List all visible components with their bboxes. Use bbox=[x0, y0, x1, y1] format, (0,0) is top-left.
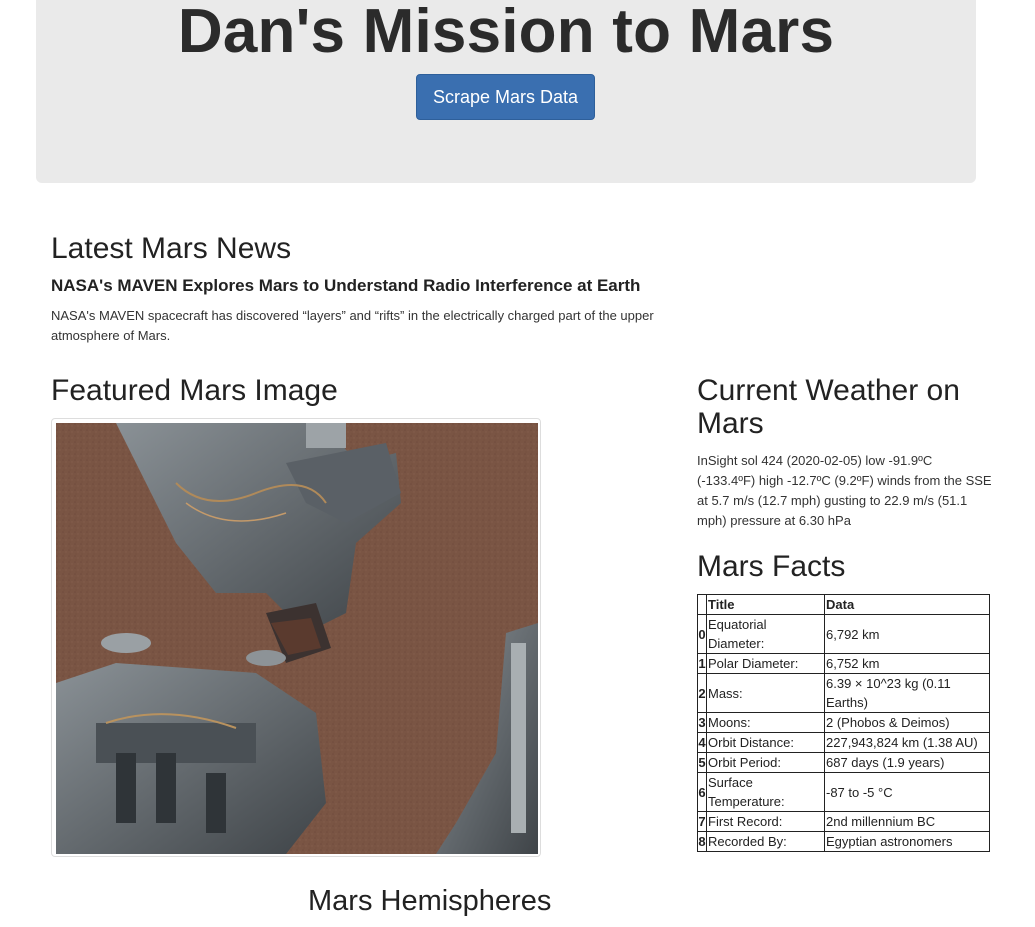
fact-value: 687 days (1.9 years) bbox=[824, 752, 990, 773]
news-title: NASA's MAVEN Explores Mars to Understand… bbox=[51, 276, 641, 295]
column-header: Data bbox=[824, 594, 990, 615]
table-row: 8 Recorded By: Egyptian astronomers bbox=[697, 831, 990, 852]
row-index: 8 bbox=[697, 831, 707, 852]
header-jumbotron: Dan's Mission to Mars Scrape Mars Data bbox=[36, 0, 976, 183]
row-index: 5 bbox=[697, 752, 707, 773]
row-index: 2 bbox=[697, 673, 707, 713]
hemispheres-heading: Mars Hemispheres bbox=[308, 885, 552, 917]
scrape-mars-data-button[interactable]: Scrape Mars Data bbox=[416, 74, 595, 120]
row-index: 4 bbox=[697, 732, 707, 753]
fact-title: Equatorial Diameter: bbox=[706, 614, 825, 654]
latest-news-heading: Latest Mars News bbox=[51, 232, 292, 265]
news-teaser: NASA's MAVEN spacecraft has discovered “… bbox=[51, 308, 654, 343]
fact-value: 2nd millennium BC bbox=[824, 811, 990, 832]
table-row: 1 Polar Diameter: 6,752 km bbox=[697, 653, 990, 674]
facts-heading: Mars Facts bbox=[697, 550, 846, 583]
table-row: 6 Surface Temperature: -87 to -5 °C bbox=[697, 772, 990, 812]
featured-image-heading: Featured Mars Image bbox=[51, 374, 338, 407]
table-row: 4 Orbit Distance: 227,943,824 km (1.38 AU) bbox=[697, 732, 990, 753]
fact-title: Mass: bbox=[706, 673, 825, 713]
fact-title: Surface Temperature: bbox=[706, 772, 825, 812]
column-header: Title bbox=[706, 594, 825, 615]
fact-title: Orbit Period: bbox=[706, 752, 825, 773]
fact-title: Polar Diameter: bbox=[706, 653, 825, 674]
fact-title: Recorded By: bbox=[706, 831, 825, 852]
fact-value: 6,792 km bbox=[824, 614, 990, 654]
fact-title: First Record: bbox=[706, 811, 825, 832]
row-index: 7 bbox=[697, 811, 707, 832]
table-header-row: Title Data bbox=[697, 594, 990, 615]
fact-value: 6.39 × 10^23 kg (0.11 Earths) bbox=[824, 673, 990, 713]
table-row: 2 Mass: 6.39 × 10^23 kg (0.11 Earths) bbox=[697, 673, 990, 713]
row-index: 0 bbox=[697, 614, 707, 654]
row-index: 1 bbox=[697, 653, 707, 674]
index-header bbox=[697, 594, 707, 615]
fact-title: Moons: bbox=[706, 712, 825, 733]
fact-value: -87 to -5 °C bbox=[824, 772, 990, 812]
table-row: 3 Moons: 2 (Phobos & Deimos) bbox=[697, 712, 990, 733]
table-row: 7 First Record: 2nd millennium BC bbox=[697, 811, 990, 832]
row-index: 3 bbox=[697, 712, 707, 733]
fact-value: 2 (Phobos & Deimos) bbox=[824, 712, 990, 733]
fact-value: 227,943,824 km (1.38 AU) bbox=[824, 732, 990, 753]
mars-facts-table: Title Data 0 Equatorial Diameter: 6,792 km… bbox=[697, 594, 990, 852]
fact-value: Egyptian astronomers bbox=[824, 831, 990, 852]
page-title: Dan's Mission to Mars bbox=[177, 0, 835, 66]
featured-mars-image[interactable] bbox=[56, 423, 538, 854]
table-row: 5 Orbit Period: 687 days (1.9 years) bbox=[697, 752, 990, 773]
fact-title: Orbit Distance: bbox=[706, 732, 825, 753]
featured-image-frame bbox=[51, 418, 541, 857]
fact-value: 6,752 km bbox=[824, 653, 990, 674]
weather-report: InSight sol 424 (2020-02-05) low -91.9ºC… bbox=[697, 453, 992, 528]
table-row: 0 Equatorial Diameter: 6,792 km bbox=[697, 614, 990, 654]
weather-heading: Current Weather on Mars bbox=[697, 374, 960, 440]
row-index: 6 bbox=[697, 772, 707, 812]
